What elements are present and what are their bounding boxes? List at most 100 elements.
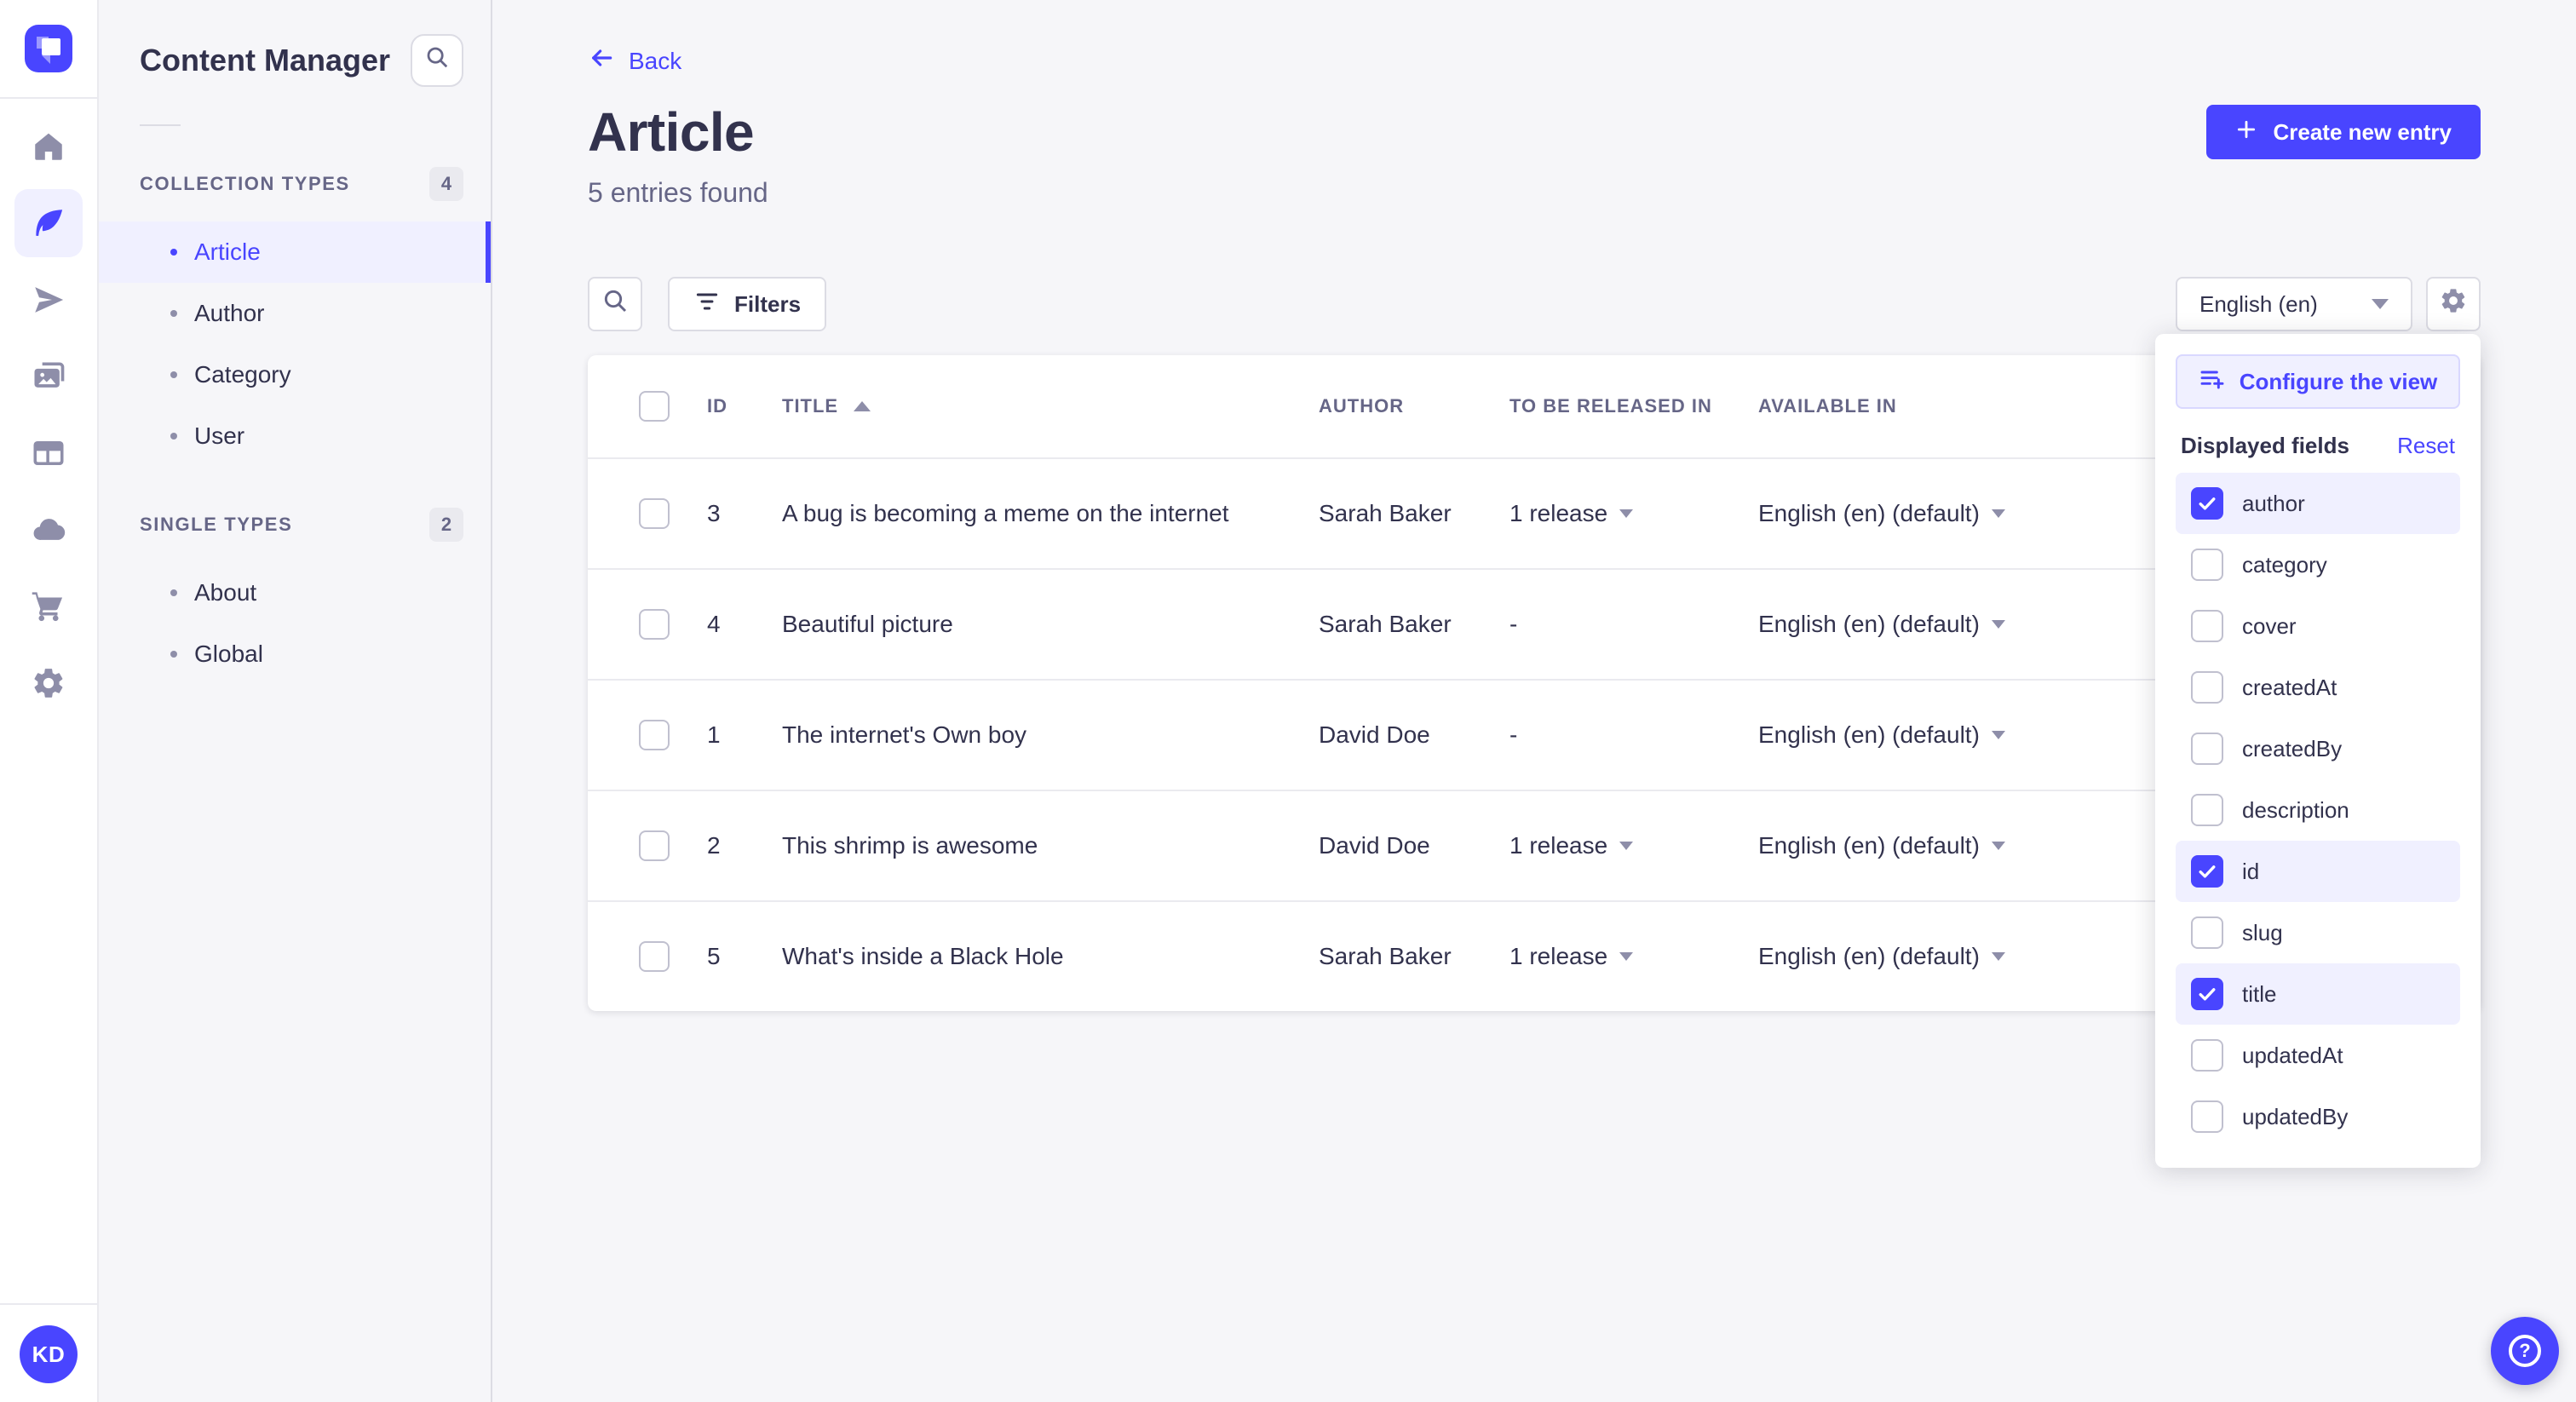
home-icon [31, 129, 66, 164]
subnav-search-button[interactable] [411, 34, 463, 87]
layout-icon [31, 435, 66, 471]
field-option-createdAt[interactable]: createdAt [2176, 657, 2460, 718]
checkbox-checked-icon[interactable] [2191, 487, 2223, 520]
sidebar-item-label: Category [194, 361, 291, 388]
rail-item-settings[interactable] [14, 649, 83, 717]
checkbox-unchecked[interactable] [2191, 671, 2223, 704]
checkbox-unchecked[interactable] [2191, 1039, 2223, 1072]
rail-nav [0, 99, 97, 1303]
sidebar-item-category[interactable]: Category [99, 344, 491, 405]
column-header-author: AUTHOR [1319, 395, 1405, 417]
view-settings-button[interactable] [2426, 277, 2481, 331]
field-option-updatedBy[interactable]: updatedBy [2176, 1086, 2460, 1147]
sidebar-item-author[interactable]: Author [99, 283, 491, 344]
back-label: Back [629, 47, 682, 74]
sidebar-item-article[interactable]: Article [99, 221, 491, 283]
sidebar-item-global[interactable]: Global [99, 623, 491, 685]
chevron-down-icon [1991, 842, 2005, 850]
select-all-checkbox[interactable] [639, 391, 670, 422]
column-header-id: ID [707, 395, 727, 417]
gear-icon [2439, 286, 2468, 322]
bullet-icon [170, 249, 177, 256]
field-option-description[interactable]: description [2176, 779, 2460, 841]
cell-released[interactable]: 1 release [1509, 500, 1758, 527]
field-label: createdBy [2242, 735, 2343, 761]
configure-button-label: Configure the view [2239, 368, 2438, 394]
cell-title: Beautiful picture [782, 611, 953, 637]
configure-the-view-button[interactable]: Configure the view [2176, 354, 2460, 409]
app: KD Content Manager COLLECTION TYPES 4 Ar… [0, 0, 2576, 1402]
row-checkbox[interactable] [639, 720, 670, 750]
field-option-title[interactable]: title [2176, 963, 2460, 1025]
field-option-cover[interactable]: cover [2176, 595, 2460, 657]
cell-id: 3 [707, 500, 721, 526]
column-header-title[interactable]: TITLE [782, 395, 1319, 417]
field-option-createdBy[interactable]: createdBy [2176, 718, 2460, 779]
section-count-badge: 4 [429, 167, 463, 201]
field-label: category [2242, 551, 2327, 577]
chevron-down-icon [1619, 509, 1634, 518]
field-label: cover [2242, 612, 2297, 639]
cell-id: 1 [707, 721, 721, 748]
icon-rail: KD [0, 0, 99, 1402]
feather-icon [31, 205, 66, 241]
cell-released: - [1509, 611, 1518, 637]
user-avatar[interactable]: KD [20, 1325, 78, 1383]
section-label: SINGLE TYPES [140, 514, 293, 535]
field-option-updatedAt[interactable]: updatedAt [2176, 1025, 2460, 1086]
arrow-left-icon [588, 44, 615, 78]
sidebar-item-label: User [194, 422, 245, 449]
rail-item-content-type-builder[interactable] [14, 419, 83, 487]
filters-label: Filters [734, 290, 802, 317]
rail-item-media-library[interactable] [14, 342, 83, 411]
subnav-title: Content Manager [140, 43, 391, 78]
create-new-entry-button[interactable]: Create new entry [2206, 105, 2481, 159]
row-checkbox[interactable] [639, 609, 670, 640]
rail-item-marketplace[interactable] [14, 572, 83, 641]
sidebar-item-user[interactable]: User [99, 405, 491, 467]
cell-released[interactable]: 1 release [1509, 943, 1758, 970]
section-single-types: SINGLE TYPES 2 About Global [99, 508, 491, 685]
checkbox-unchecked[interactable] [2191, 549, 2223, 581]
cell-author: Sarah Baker [1319, 500, 1452, 526]
field-label: createdAt [2242, 674, 2337, 700]
row-checkbox[interactable] [639, 830, 670, 861]
reset-link[interactable]: Reset [2397, 433, 2455, 459]
field-option-category[interactable]: category [2176, 534, 2460, 595]
configure-list-icon [2199, 365, 2226, 399]
cell-author: Sarah Baker [1319, 943, 1452, 969]
strapi-logo[interactable] [25, 25, 72, 72]
checkbox-checked-icon[interactable] [2191, 855, 2223, 888]
bullet-icon [170, 310, 177, 317]
back-link[interactable]: Back [588, 44, 681, 78]
rail-item-home[interactable] [14, 112, 83, 181]
row-checkbox[interactable] [639, 498, 670, 529]
checkbox-checked-icon[interactable] [2191, 978, 2223, 1010]
cell-author: Sarah Baker [1319, 611, 1452, 637]
table-search-button[interactable] [588, 277, 642, 331]
field-label: author [2242, 490, 2305, 516]
cell-released[interactable]: 1 release [1509, 832, 1758, 859]
field-label: description [2242, 796, 2349, 823]
bullet-icon [170, 589, 177, 596]
field-option-author[interactable]: author [2176, 473, 2460, 534]
checkbox-unchecked[interactable] [2191, 610, 2223, 642]
rail-item-content-manager[interactable] [14, 189, 83, 257]
rail-item-cloud[interactable] [14, 496, 83, 564]
paper-plane-icon [31, 282, 66, 318]
sidebar-item-label: Article [194, 238, 261, 265]
checkbox-unchecked[interactable] [2191, 794, 2223, 826]
field-option-id[interactable]: id [2176, 841, 2460, 902]
checkbox-unchecked[interactable] [2191, 1100, 2223, 1133]
checkbox-unchecked[interactable] [2191, 733, 2223, 765]
checkbox-unchecked[interactable] [2191, 916, 2223, 949]
sidebar-item-about[interactable]: About [99, 562, 491, 623]
help-button[interactable]: ? [2491, 1317, 2559, 1385]
row-checkbox[interactable] [639, 941, 670, 972]
locale-select[interactable]: English (en) [2176, 277, 2412, 331]
field-option-slug[interactable]: slug [2176, 902, 2460, 963]
filters-button[interactable]: Filters [668, 277, 827, 331]
subnav: Content Manager COLLECTION TYPES 4 Artic… [99, 0, 492, 1402]
rail-item-releases[interactable] [14, 266, 83, 334]
cloud-icon [30, 511, 67, 549]
